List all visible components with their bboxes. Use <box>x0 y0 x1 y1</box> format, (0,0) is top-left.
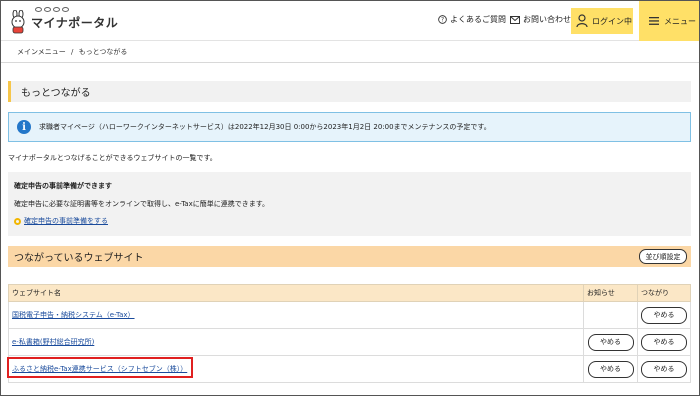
stop-button[interactable]: やめる <box>641 333 687 351</box>
connected-sites-table: ウェブサイト名 お知らせ つながり 国税電子申告・納税システム（e-Tax） や… <box>7 284 691 383</box>
logo[interactable]: マイナポータル <box>9 7 119 35</box>
connected-sites-title: つながっているウェブサイト <box>14 253 144 264</box>
connected-sites-header: つながっているウェブサイト 並び順設定 <box>8 246 691 267</box>
column-header-notice: お知らせ <box>583 284 638 302</box>
notice-text: 求職者マイページ（ハローワークインターネットサービス）は2022年12月30日 … <box>39 123 491 131</box>
page-title: もっとつながる <box>8 81 691 102</box>
column-header-site: ウェブサイト名 <box>7 284 585 302</box>
tax-prep-title: 確定申告の事前準備ができます <box>14 182 112 190</box>
tax-prep-link-label: 確定申告の事前準備をする <box>24 217 108 225</box>
notice-stop-button[interactable]: やめる <box>587 360 634 378</box>
maintenance-notice: i 求職者マイページ（ハローワークインターネットサービス）は2022年12月30… <box>8 112 691 142</box>
mail-icon <box>510 15 520 24</box>
site-link-furusato[interactable]: ふるさと納税e-Tax連携サービス（シフトセブン（株）） <box>7 355 585 383</box>
table-header-row: ウェブサイト名 お知らせ つながり <box>7 284 691 302</box>
login-label: ログイン中 <box>592 16 632 26</box>
intro-text: マイナポータルとつなげることができるウェブサイトの一覧です。 <box>8 154 217 162</box>
table-row: ふるさと納税e-Tax連携サービス（シフトセブン（株）） やめる やめる <box>7 355 691 383</box>
menu-button[interactable]: メニュー <box>639 1 699 41</box>
svg-text:?: ? <box>441 18 444 24</box>
ring-icon <box>14 217 21 225</box>
tax-prep-box: 確定申告の事前準備ができます 確定申告に必要な証明書等をオンラインで取得し、e-… <box>8 172 691 236</box>
faq-link[interactable]: ? よくあるご質問 <box>438 14 506 25</box>
breadcrumb-separator: / <box>71 48 74 56</box>
column-header-connection: つながり <box>637 284 691 302</box>
login-status-button[interactable]: ログイン中 <box>571 8 633 34</box>
table-row: 国税電子申告・納税システム（e-Tax） やめる <box>7 301 691 329</box>
connection-cell: やめる <box>637 355 691 383</box>
breadcrumb: メインメニュー / もっとつながる <box>17 47 127 57</box>
stop-button[interactable]: やめる <box>641 306 687 324</box>
tax-prep-description: 確定申告に必要な証明書等をオンラインで取得し、e-Taxに簡単に連携できます。 <box>14 200 270 208</box>
question-icon: ? <box>438 15 447 24</box>
logo-bubbles <box>35 7 69 12</box>
mascot-icon <box>9 9 27 34</box>
contact-label: お問い合わせ <box>523 15 571 24</box>
breadcrumb-current: もっとつながる <box>78 48 128 56</box>
breadcrumb-home[interactable]: メインメニュー <box>17 48 66 56</box>
connection-cell: やめる <box>637 328 691 356</box>
contact-link[interactable]: お問い合わせ <box>510 14 571 25</box>
notice-stop-button[interactable]: やめる <box>587 333 634 351</box>
site-link-etax[interactable]: 国税電子申告・納税システム（e-Tax） <box>7 301 585 329</box>
header-divider <box>1 62 699 63</box>
table-row: e-私書箱(野村総合研究所) やめる やめる <box>7 328 691 356</box>
logo-text: マイナポータル <box>31 15 119 30</box>
connection-cell: やめる <box>637 301 691 329</box>
notice-cell: やめる <box>583 355 638 383</box>
tax-prep-link[interactable]: 確定申告の事前準備をする <box>14 216 108 226</box>
faq-label: よくあるご質問 <box>450 15 506 24</box>
site-link-e-shishobako[interactable]: e-私書箱(野村総合研究所) <box>7 328 585 356</box>
notice-cell <box>583 301 638 329</box>
notice-cell: やめる <box>583 328 638 356</box>
info-icon: i <box>17 120 31 134</box>
hamburger-icon <box>649 17 659 25</box>
site-header: マイナポータル ? よくあるご質問 お問い合わせ ログイン中 メニュー <box>1 1 699 41</box>
menu-label: メニュー <box>664 16 696 26</box>
user-icon <box>576 14 588 28</box>
stop-button[interactable]: やめる <box>641 360 687 378</box>
reorder-button[interactable]: 並び順設定 <box>639 249 687 264</box>
